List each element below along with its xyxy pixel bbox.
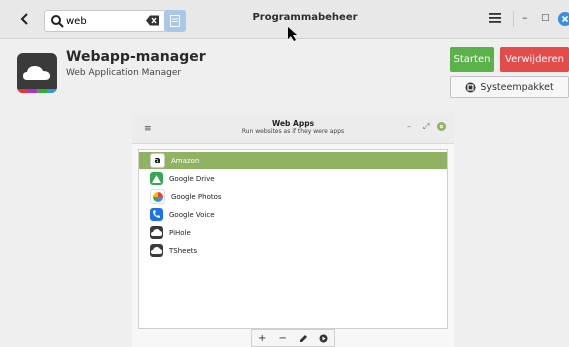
add-icon: + bbox=[258, 332, 267, 344]
list-item-pihole: PiHole bbox=[139, 224, 447, 241]
google-voice-icon bbox=[150, 208, 163, 221]
screenshot-title: Web Apps bbox=[271, 119, 315, 128]
system-package-button[interactable]: Systeempakket bbox=[450, 76, 569, 98]
search-mode-icon bbox=[170, 15, 180, 27]
search-field[interactable] bbox=[44, 10, 166, 32]
edit-icon bbox=[294, 330, 312, 346]
search-icon bbox=[51, 15, 64, 28]
list-item-google-drive: Google Drive bbox=[139, 170, 447, 187]
app-icon bbox=[17, 53, 57, 93]
window-title: Programmabeheer bbox=[252, 12, 358, 23]
clear-search-icon[interactable] bbox=[146, 15, 159, 26]
list-item-tsheets: TSheets bbox=[139, 242, 447, 259]
mouse-cursor-icon bbox=[288, 27, 297, 41]
launch-icon bbox=[315, 330, 333, 346]
cloud-icon bbox=[150, 244, 163, 257]
remove-icon: − bbox=[278, 332, 287, 344]
chevron-left-icon bbox=[20, 13, 28, 25]
google-drive-icon bbox=[150, 172, 163, 185]
system-package-label: Systeempakket bbox=[480, 81, 554, 93]
header-separator bbox=[513, 11, 514, 27]
close-icon[interactable] bbox=[558, 12, 569, 26]
search-mode-button[interactable] bbox=[164, 10, 186, 32]
app-name: Webapp-manager bbox=[66, 49, 206, 65]
web-apps-list: a Amazon Google Drive Google Photos Goog… bbox=[138, 149, 448, 329]
screenshot-maximize-icon: ⤢ bbox=[423, 122, 430, 131]
app-screenshot: ≡ Web Apps Run websites as if they were … bbox=[132, 113, 454, 347]
package-icon bbox=[465, 82, 476, 92]
google-photos-icon bbox=[150, 189, 165, 204]
search-input[interactable] bbox=[66, 15, 126, 27]
screenshot-close-icon bbox=[437, 122, 446, 131]
app-subtitle: Web Application Manager bbox=[66, 68, 182, 78]
list-item-google-voice: Google Voice bbox=[139, 206, 447, 223]
list-item-google-photos: Google Photos bbox=[139, 188, 447, 205]
maximize-icon[interactable]: □ bbox=[541, 13, 550, 23]
cloud-icon bbox=[17, 66, 57, 93]
header-bar: Programmabeheer – □ bbox=[0, 0, 569, 41]
start-button[interactable]: Starten bbox=[450, 47, 494, 72]
minimize-icon[interactable]: – bbox=[522, 11, 528, 24]
screenshot-minimize-icon: – bbox=[407, 122, 411, 131]
hamburger-menu-icon[interactable] bbox=[489, 12, 501, 24]
cloud-icon bbox=[150, 226, 163, 239]
back-button[interactable] bbox=[14, 8, 36, 30]
list-item-amazon: a Amazon bbox=[139, 152, 447, 169]
remove-button[interactable]: Verwijderen bbox=[500, 47, 569, 72]
screenshot-header: ≡ Web Apps Run websites as if they were … bbox=[132, 113, 454, 144]
screenshot-toolbar: + − bbox=[251, 329, 335, 347]
amazon-icon: a bbox=[150, 153, 165, 168]
screenshot-subtitle: Run websites as if they were apps bbox=[241, 128, 345, 135]
